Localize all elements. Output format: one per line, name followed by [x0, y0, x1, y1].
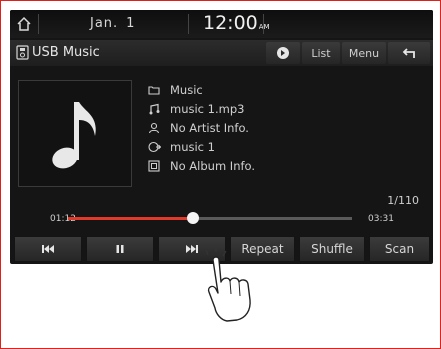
date-display: Jan. 1	[90, 16, 135, 31]
skip-previous-icon	[42, 245, 54, 253]
menu-button[interactable]: Menu	[342, 42, 386, 64]
source-title-bar: USB Music List Menu	[10, 40, 433, 66]
total-time: 03:31	[368, 214, 394, 224]
sound-settings-icon	[277, 47, 289, 59]
date-day: 1	[126, 16, 136, 31]
figure-frame: Jan. 1 12:00AM USB Music List Menu Music…	[0, 0, 441, 349]
track-count: 1/110	[387, 194, 419, 207]
source-label: USB Music	[32, 45, 100, 60]
previous-button[interactable]	[14, 236, 82, 262]
status-divider	[263, 14, 264, 34]
note-file-icon	[146, 102, 162, 116]
folder-icon	[146, 83, 162, 97]
file-name: music 1.mp3	[170, 102, 245, 116]
album-icon	[146, 159, 162, 173]
progress-knob[interactable]	[186, 212, 199, 224]
progress-fill	[68, 217, 193, 220]
home-button[interactable]	[12, 12, 36, 36]
status-divider	[38, 14, 39, 34]
list-button[interactable]: List	[302, 42, 340, 64]
scan-button[interactable]: Scan	[369, 236, 430, 262]
folder-row: Music	[146, 82, 203, 98]
music-note-icon	[52, 101, 96, 168]
artist-icon	[146, 121, 162, 135]
date-month: Jan.	[90, 16, 119, 31]
file-row: music 1.mp3	[146, 101, 244, 117]
title-row: music 1	[146, 139, 215, 155]
usb-source-icon	[16, 45, 29, 60]
home-icon	[17, 16, 31, 31]
folder-name: Music	[170, 83, 203, 97]
pointing-hand-icon	[205, 247, 251, 322]
status-divider	[188, 14, 189, 34]
back-arrow-icon	[402, 48, 415, 58]
clock-display: 12:00AM	[203, 12, 270, 34]
clock-time: 12:00	[203, 12, 258, 34]
song-title-icon	[146, 140, 162, 154]
artist-row: No Artist Info.	[146, 120, 249, 136]
head-unit-screen: Jan. 1 12:00AM USB Music List Menu Music…	[10, 10, 433, 264]
back-button[interactable]	[388, 42, 430, 64]
artist-name: No Artist Info.	[170, 121, 249, 135]
album-art	[18, 80, 132, 187]
status-bar: Jan. 1 12:00AM	[10, 10, 433, 38]
album-row: No Album Info.	[146, 158, 255, 174]
clock-ampm: AM	[258, 23, 270, 31]
skip-next-icon	[186, 245, 198, 253]
pause-icon	[116, 245, 124, 253]
shuffle-button[interactable]: Shuffle	[299, 236, 365, 262]
progress-bar[interactable]	[68, 212, 352, 224]
sound-settings-button[interactable]	[266, 42, 300, 64]
album-name: No Album Info.	[170, 159, 256, 173]
pause-button[interactable]	[86, 236, 154, 262]
song-title: music 1	[170, 140, 215, 154]
